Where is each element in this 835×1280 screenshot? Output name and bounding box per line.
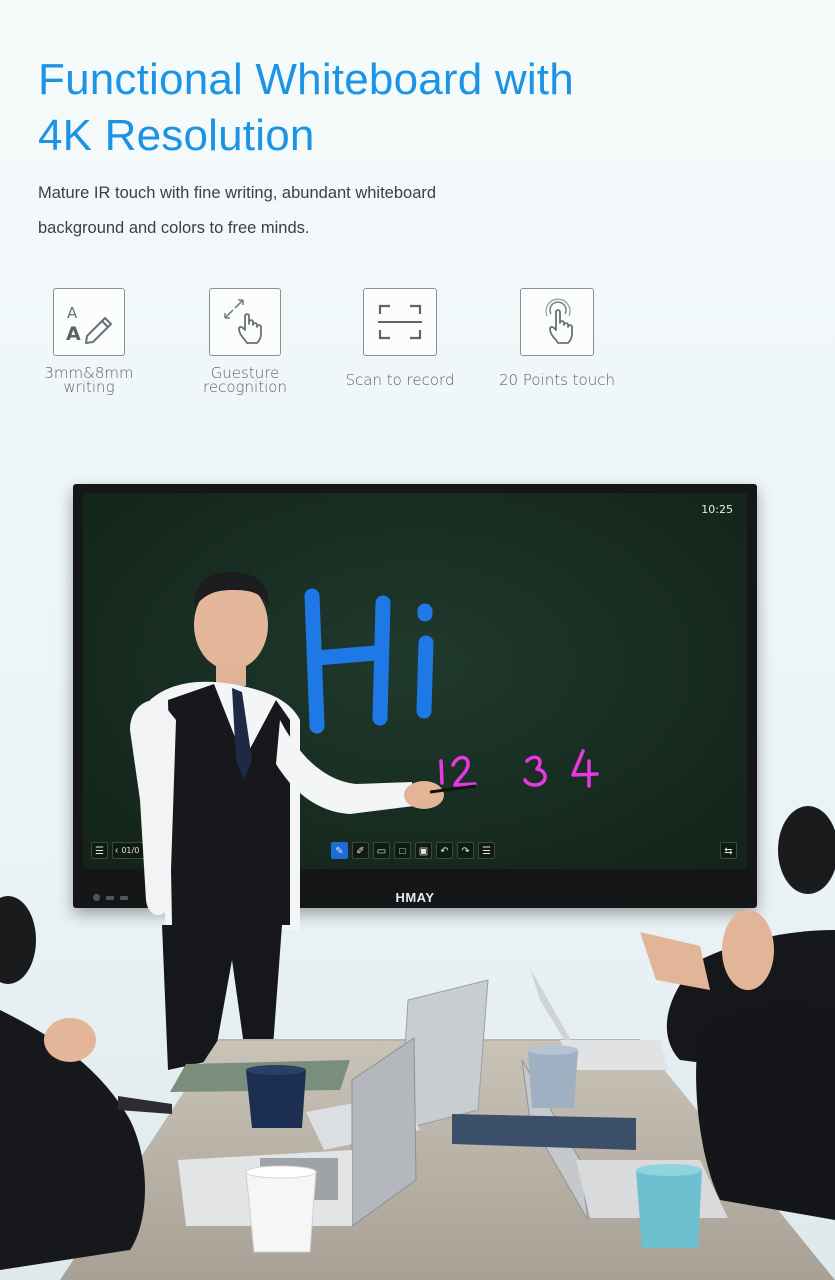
more-menu-icon[interactable]: ☰ bbox=[478, 842, 495, 859]
attendee-right-front bbox=[696, 910, 835, 1220]
whiteboard-toolbar-right: ⇆ bbox=[720, 842, 737, 859]
feature-gesture-label: Guesture recognition bbox=[170, 366, 320, 396]
feature-scan: Scan to record bbox=[325, 288, 475, 389]
handwritten-hi bbox=[304, 588, 434, 734]
laptop-right bbox=[521, 968, 728, 1221]
subtitle-line-1: Mature IR touch with fine writing, abund… bbox=[38, 184, 437, 202]
handwriting-layer bbox=[304, 588, 599, 788]
subtitle-line-2: background and colors to free minds. bbox=[38, 219, 310, 237]
redo-icon[interactable]: ↷ bbox=[457, 842, 474, 859]
attendee-left bbox=[0, 896, 172, 1270]
insert-tool-icon[interactable]: ▣ bbox=[415, 842, 432, 859]
whiteboard-toolbar-left: ☰ ‹ 01/0 bbox=[91, 842, 146, 859]
pen-writing-icon: A A bbox=[53, 288, 125, 356]
eraser-tool-icon[interactable]: ▭ bbox=[373, 842, 390, 859]
touch-finger-icon bbox=[520, 288, 594, 356]
brand-logo: HMAY bbox=[395, 890, 435, 905]
feature-gesture: Guesture recognition bbox=[170, 288, 320, 396]
gesture-hand-icon bbox=[209, 288, 281, 356]
whiteboard-screen[interactable]: 10:25 ☰ ‹ 01/0 ✎ ✐ ▭ □ ▣ ↶ ↷ ☰ ⇆ bbox=[83, 493, 747, 869]
headline-line-2: 4K Resolution bbox=[38, 111, 315, 160]
feature-touch-label-line1: 20 Points touch bbox=[498, 371, 615, 389]
blue-book bbox=[452, 1114, 636, 1150]
whiteboard-toolbar: ✎ ✐ ▭ □ ▣ ↶ ↷ ☰ bbox=[331, 842, 495, 859]
white-mug bbox=[245, 1165, 317, 1253]
laptop-center bbox=[306, 979, 489, 1150]
board-bezel: HMAY bbox=[73, 878, 757, 908]
brush-tool-icon[interactable]: ✐ bbox=[352, 842, 369, 859]
feature-gesture-label-line2: recognition bbox=[203, 378, 287, 396]
feature-writing-label-line2: writing bbox=[63, 378, 115, 396]
feature-scan-label-line1: Scan to record bbox=[345, 371, 455, 389]
feature-touch: 20 Points touch bbox=[482, 288, 632, 389]
svg-text:A: A bbox=[66, 323, 81, 345]
headline-line-1: Functional Whiteboard with bbox=[38, 55, 574, 104]
interactive-whiteboard: 10:25 ☰ ‹ 01/0 ✎ ✐ ▭ □ ▣ ↶ ↷ ☰ ⇆ HMAY bbox=[73, 484, 757, 908]
switch-icon[interactable]: ⇆ bbox=[720, 842, 737, 859]
green-folder bbox=[170, 1060, 350, 1092]
svg-text:A: A bbox=[67, 304, 78, 322]
conference-table bbox=[60, 1040, 835, 1280]
feature-scan-label: Scan to record bbox=[325, 371, 475, 389]
navy-mug bbox=[246, 1065, 306, 1128]
page-subtitle: Mature IR touch with fine writing, abund… bbox=[38, 176, 598, 246]
undo-icon[interactable]: ↶ bbox=[436, 842, 453, 859]
teal-mug bbox=[636, 1164, 702, 1248]
select-tool-icon[interactable]: □ bbox=[394, 842, 411, 859]
page-headline: Functional Whiteboard with 4K Resolution bbox=[38, 52, 574, 164]
feature-list: A A 3mm&8mm writing Guesture recognition bbox=[0, 288, 835, 418]
handwritten-numbers bbox=[439, 749, 599, 788]
feature-touch-label: 20 Points touch bbox=[482, 371, 632, 389]
scan-frame-icon bbox=[363, 288, 437, 356]
feature-writing: A A 3mm&8mm writing bbox=[14, 288, 164, 396]
laptop-front-left bbox=[178, 1037, 417, 1227]
prev-page-button[interactable]: ‹ 01/0 bbox=[112, 842, 146, 859]
page-indicator: 01/0 bbox=[121, 846, 140, 855]
grey-mug bbox=[528, 1045, 578, 1108]
pen-tool-icon[interactable]: ✎ bbox=[331, 842, 348, 859]
feature-writing-label: 3mm&8mm writing bbox=[14, 366, 164, 396]
menu-icon[interactable]: ☰ bbox=[91, 842, 108, 859]
